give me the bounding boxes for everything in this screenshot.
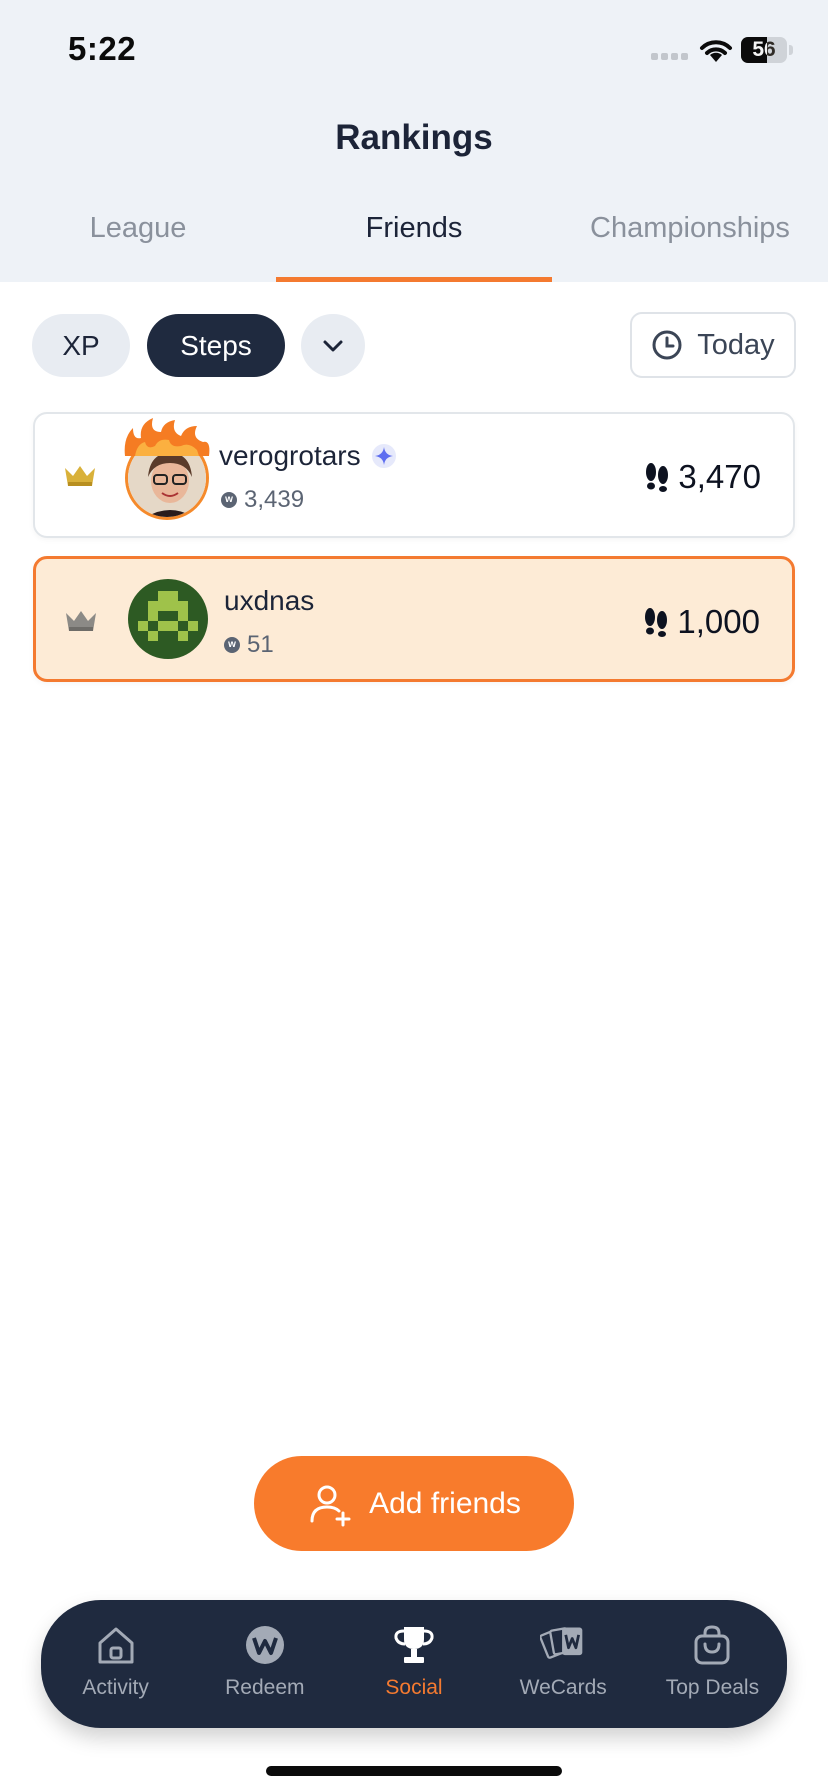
xp-value: 3,439 (244, 486, 305, 513)
username: verogrotars (219, 440, 361, 471)
gold-crown-icon (65, 466, 95, 486)
wifi-icon (700, 40, 732, 62)
steps-value: 1,000 (677, 603, 760, 640)
battery-level: 56 (752, 38, 776, 61)
nav-label: Activity (82, 1676, 149, 1699)
chevron-down-icon (323, 340, 343, 351)
tab-league[interactable]: League (0, 205, 276, 282)
nav-top-deals[interactable]: Top Deals (638, 1600, 787, 1728)
cellular-signal-icon (651, 53, 691, 61)
period-selector[interactable]: Today (630, 312, 796, 378)
cards-icon (540, 1627, 583, 1659)
nav-label: WeCards (519, 1676, 607, 1699)
silver-crown-icon (66, 611, 96, 631)
filter-steps-button[interactable]: Steps (147, 314, 285, 377)
add-user-icon (310, 1485, 351, 1526)
trophy-icon (394, 1627, 434, 1663)
xp-coin-icon: w (224, 637, 240, 653)
battery-icon: 56 (741, 37, 787, 63)
nav-redeem[interactable]: Redeem (190, 1600, 339, 1728)
add-friends-label: Add friends (369, 1486, 521, 1520)
steps-value: 3,470 (678, 458, 761, 495)
add-friends-button[interactable]: Add friends (254, 1456, 574, 1551)
username: uxdnas (224, 585, 315, 616)
nav-social[interactable]: Social (339, 1600, 488, 1728)
ranking-tabs: League Friends Championships (0, 205, 828, 282)
nav-wecards[interactable]: WeCards (489, 1600, 638, 1728)
sparkle-badge-icon (371, 444, 396, 468)
coin-icon (245, 1626, 284, 1664)
ranking-row[interactable]: verogrotars w 3,439 3,470 (33, 412, 795, 538)
shopping-bag-icon (694, 1625, 730, 1665)
period-label: Today (697, 328, 775, 361)
home-indicator (266, 1766, 562, 1776)
status-time: 5:22 (68, 30, 137, 67)
xp-value: 51 (247, 631, 274, 658)
battery-tip (789, 45, 793, 55)
filter-xp-button[interactable]: XP (32, 314, 130, 377)
avatar (128, 579, 208, 659)
tab-friends[interactable]: Friends (276, 205, 552, 282)
bottom-nav: Activity Redeem Social WeCards Top Deals (41, 1600, 787, 1728)
tab-championships[interactable]: Championships (552, 205, 828, 282)
page-title: Rankings (335, 118, 493, 157)
nav-label: Redeem (225, 1676, 305, 1699)
xp-coin-icon: w (221, 492, 237, 508)
flame-frame-icon (124, 418, 210, 456)
nav-label: Social (385, 1676, 443, 1699)
footprints-icon (645, 608, 668, 637)
footprints-icon (646, 463, 669, 492)
nav-label: Top Deals (665, 1676, 760, 1699)
ranking-row-current-user[interactable]: uxdnas w 51 1,000 (33, 556, 795, 682)
nav-activity[interactable]: Activity (41, 1600, 190, 1728)
clock-icon (652, 330, 682, 360)
more-filters-button[interactable] (301, 314, 365, 377)
home-icon (98, 1627, 134, 1664)
